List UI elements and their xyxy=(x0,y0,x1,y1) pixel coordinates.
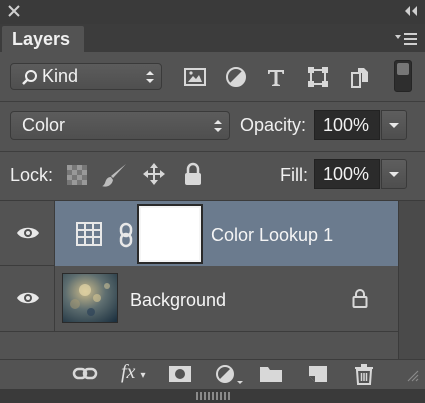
eye-icon[interactable] xyxy=(16,225,40,241)
fx-text: fx xyxy=(121,361,136,383)
visibility-cell[interactable] xyxy=(0,266,55,332)
search-icon xyxy=(21,69,39,87)
collapse-icon[interactable] xyxy=(403,4,419,18)
layer-name[interactable]: Color Lookup 1 xyxy=(211,225,333,246)
add-mask-icon[interactable] xyxy=(167,362,193,386)
delete-icon[interactable] xyxy=(351,362,377,386)
drag-handle-icon[interactable] xyxy=(196,392,230,400)
fill-label: Fill: xyxy=(280,165,308,185)
adjustment-filter-icon[interactable] xyxy=(224,65,248,89)
fx-icon[interactable]: fx ▾ xyxy=(121,361,145,384)
type-filter-icon[interactable] xyxy=(264,65,288,89)
lock-all-icon[interactable] xyxy=(182,162,204,186)
smart-object-filter-icon[interactable] xyxy=(348,65,372,89)
lock-position-icon[interactable] xyxy=(141,161,167,187)
image-filter-icon[interactable] xyxy=(183,65,207,89)
resize-grip-icon[interactable] xyxy=(405,368,419,382)
layer-name[interactable]: Background xyxy=(130,290,226,311)
toggle-knob xyxy=(397,63,409,75)
lock-label: Lock: xyxy=(10,165,54,185)
color-lookup-adjustment-icon xyxy=(76,222,102,246)
filter-toggle-switch[interactable] xyxy=(394,60,412,92)
new-group-icon[interactable] xyxy=(258,362,284,386)
tab-layers[interactable]: Layers xyxy=(2,26,84,52)
eye-icon[interactable] xyxy=(16,290,40,306)
panel-menu-icon[interactable] xyxy=(395,32,417,46)
shape-filter-icon[interactable] xyxy=(306,65,330,89)
opacity-dropdown-button[interactable] xyxy=(381,110,407,140)
layer-mask-thumbnail[interactable] xyxy=(137,204,203,264)
blend-mode-select[interactable]: Color xyxy=(10,111,230,140)
new-adjustment-icon[interactable] xyxy=(213,362,245,386)
filter-kind-select[interactable]: Kind xyxy=(10,63,162,90)
close-icon[interactable] xyxy=(6,3,22,19)
chevron-updown-icon xyxy=(145,70,155,84)
opacity-label: Opacity: xyxy=(240,115,307,135)
layer-image-thumbnail[interactable] xyxy=(62,273,118,323)
panel-title-bar xyxy=(0,0,425,24)
visibility-cell[interactable] xyxy=(0,201,55,266)
link-layers-icon[interactable] xyxy=(72,362,98,386)
lock-transparent-pixels-icon[interactable] xyxy=(67,165,87,185)
opacity-field[interactable]: 100% xyxy=(314,110,380,140)
layer-lock-icon xyxy=(351,288,369,308)
blend-mode-value: Color xyxy=(22,115,66,135)
fill-field[interactable]: 100% xyxy=(314,159,380,189)
mask-link-icon[interactable] xyxy=(118,222,134,248)
lock-image-pixels-icon[interactable] xyxy=(101,161,129,189)
chevron-updown-icon xyxy=(213,119,223,133)
layers-scrollbar[interactable] xyxy=(398,201,425,359)
filter-kind-label: Kind xyxy=(42,66,79,86)
fill-dropdown-button[interactable] xyxy=(381,159,407,189)
new-layer-icon[interactable] xyxy=(305,362,331,386)
dropdown-indicator-icon: ▾ xyxy=(140,370,146,381)
